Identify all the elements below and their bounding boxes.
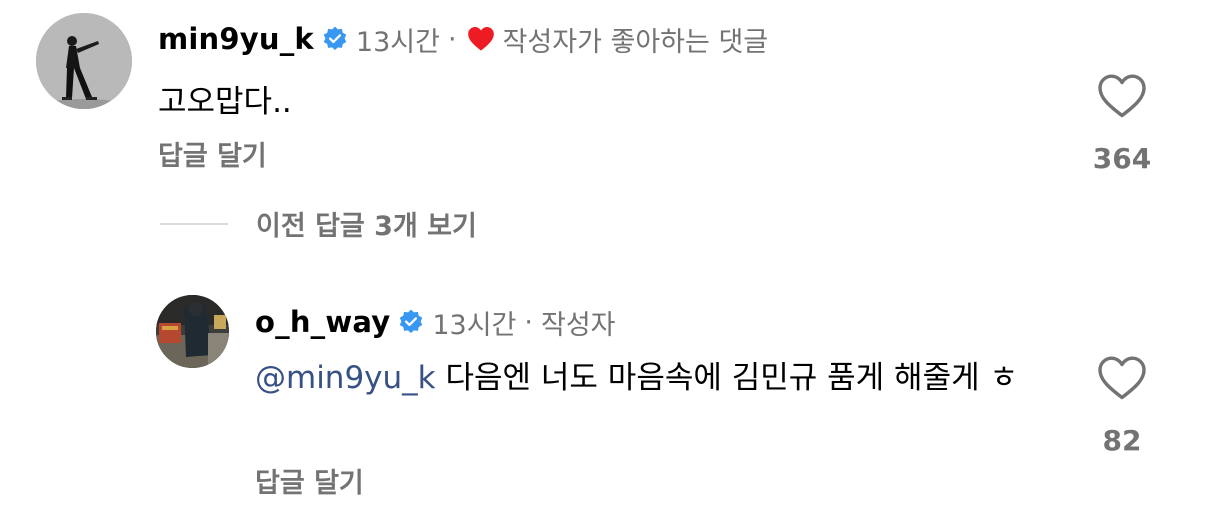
heart-outline-icon[interactable] <box>1097 73 1147 119</box>
replies-divider <box>160 223 228 225</box>
avatar[interactable] <box>36 13 132 109</box>
reply-time: 13시간 <box>432 309 517 341</box>
avatar[interactable] <box>156 295 229 368</box>
mention-link[interactable]: @min9yu_k <box>255 360 436 396</box>
reply-text: @min9yu_k 다음엔 너도 마음속에 김민규 품게 해줄게 ㅎ <box>255 355 1055 401</box>
avatar-photo-icon <box>36 13 132 109</box>
comment-header: min9yu_k 13시간 · 작성자가 좋아하는 댓글 <box>158 18 768 60</box>
comment-time: 13시간 <box>355 26 440 58</box>
verified-badge-icon <box>323 26 347 51</box>
like-count: 82 <box>1102 424 1142 457</box>
username[interactable]: o_h_way <box>255 305 390 339</box>
meta-separator: · <box>524 306 533 338</box>
comment-text: 고오맙다.. <box>158 84 292 120</box>
reply-header: o_h_way 13시간 · 작성자 <box>255 302 616 342</box>
heart-outline-icon[interactable] <box>1097 355 1147 401</box>
author-liked-label: 작성자가 좋아하는 댓글 <box>502 26 769 58</box>
reply-button[interactable]: 답글 달기 <box>158 134 267 173</box>
author-badge: 작성자 <box>540 309 616 341</box>
verified-badge-icon <box>400 309 423 334</box>
heart-filled-icon <box>467 27 494 51</box>
username[interactable]: min9yu_k <box>158 22 314 56</box>
like-count: 364 <box>1092 142 1152 175</box>
avatar-photo-icon <box>156 295 229 368</box>
meta-separator: · <box>447 23 457 55</box>
reply-body: 다음엔 너도 마음속에 김민규 품게 해줄게 ㅎ <box>435 360 1018 396</box>
reply-button[interactable]: 답글 달기 <box>255 461 364 500</box>
view-previous-replies-button[interactable]: 이전 답글 3개 보기 <box>256 204 477 243</box>
